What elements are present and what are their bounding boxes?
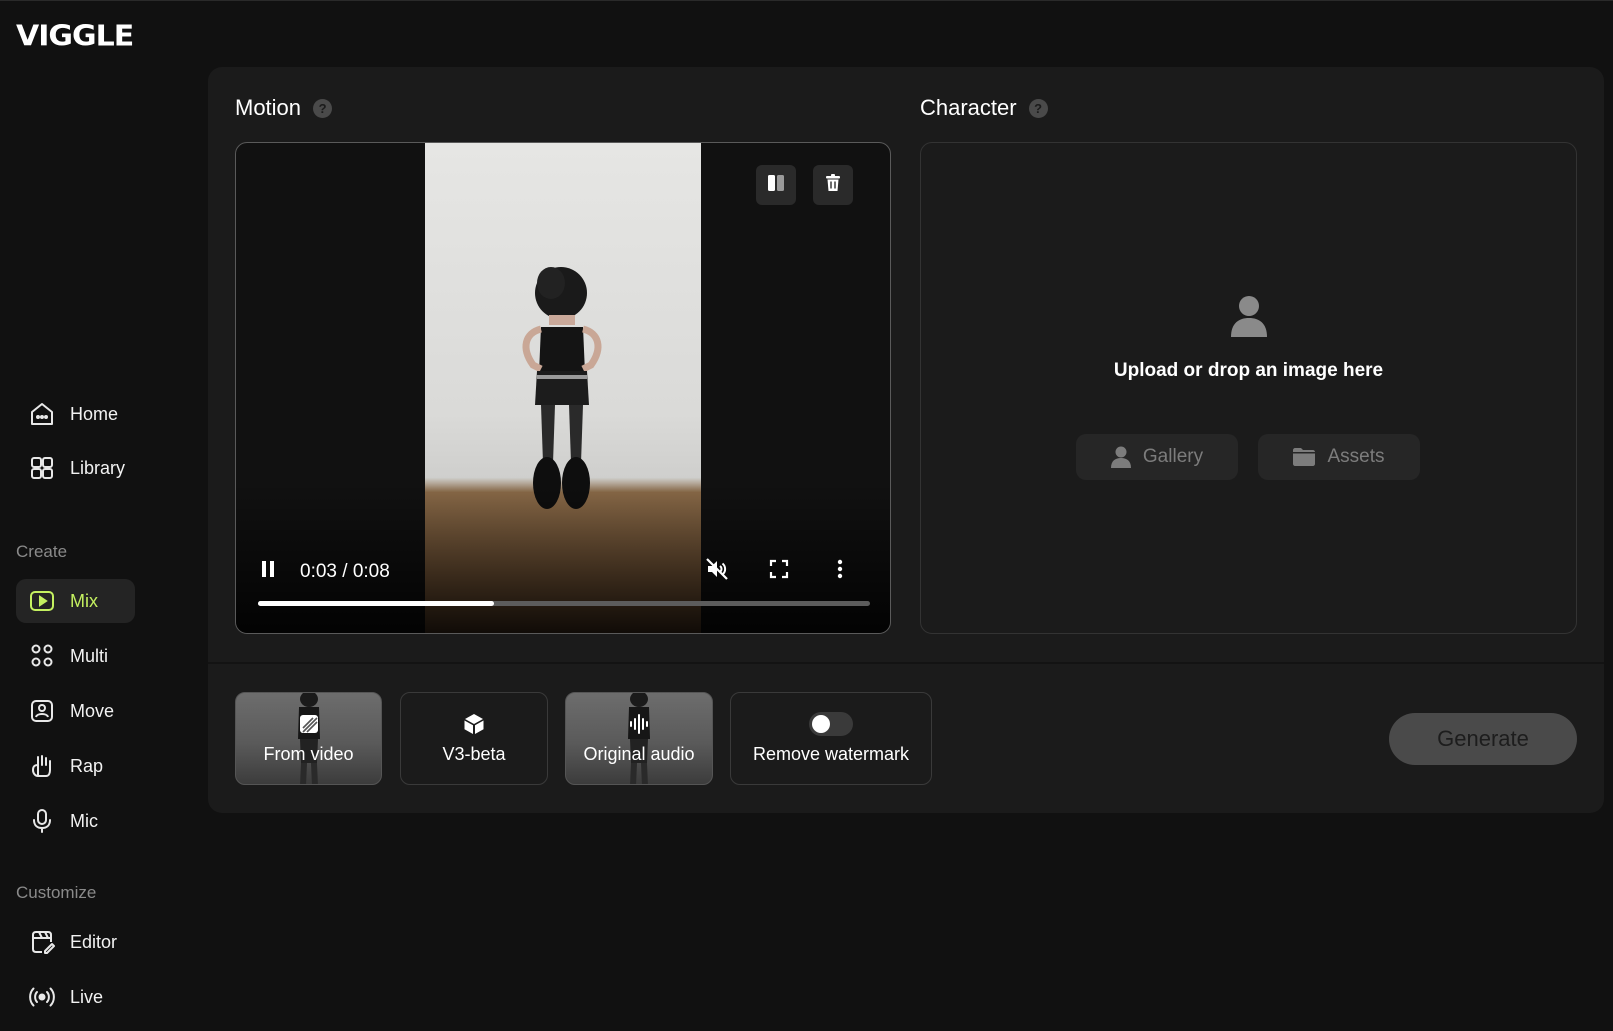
from-video-option[interactable]: From video — [235, 692, 382, 785]
from-video-thumbnail — [297, 693, 320, 784]
sidebar-item-live[interactable]: Live — [16, 975, 135, 1019]
mic-icon — [28, 807, 56, 835]
trash-icon — [823, 173, 843, 198]
sidebar-item-label: Live — [70, 986, 104, 1007]
sidebar-item-label: Multi — [70, 645, 109, 666]
video-progress-bar[interactable] — [258, 601, 870, 606]
remove-watermark-option[interactable]: Remove watermark — [730, 692, 932, 785]
rap-icon — [28, 752, 56, 780]
home-icon — [28, 400, 56, 428]
user-icon — [1110, 446, 1131, 468]
sidebar-item-label: Mic — [70, 810, 98, 831]
sidebar-item-label: Home — [70, 403, 119, 424]
generate-button[interactable]: Generate — [1389, 713, 1577, 765]
hatched-video-icon — [299, 712, 319, 736]
split-view-icon — [766, 173, 786, 198]
remove-watermark-label: Remove watermark — [752, 744, 910, 764]
sidebar-item-label: Mix — [70, 590, 98, 611]
assets-button[interactable]: Assets — [1258, 434, 1420, 480]
viggle-logo[interactable]: VIGGLE — [16, 20, 134, 53]
video-progress-fill — [258, 601, 494, 606]
fullscreen-icon — [769, 559, 789, 584]
panel-divider — [208, 662, 1604, 664]
motion-title: Motion ? — [235, 95, 333, 121]
sidebar-item-rap[interactable]: Rap — [16, 744, 135, 788]
pause-icon — [260, 560, 276, 583]
original-audio-label: Original audio — [583, 744, 695, 764]
multi-icon — [28, 642, 56, 670]
original-audio-thumbnail — [628, 693, 650, 784]
sidebar-item-label: Rap — [70, 755, 104, 776]
pause-button[interactable] — [256, 557, 280, 585]
folder-icon — [1293, 448, 1316, 466]
character-title: Character ? — [920, 95, 1048, 121]
move-icon — [28, 697, 56, 725]
delete-video-button[interactable] — [813, 165, 853, 205]
gallery-label: Gallery — [1142, 446, 1204, 467]
live-icon — [28, 983, 56, 1011]
sidebar-item-label: Move — [70, 700, 115, 721]
upload-prompt-text: Upload or drop an image here — [1113, 360, 1384, 381]
library-icon — [28, 454, 56, 482]
gallery-button[interactable]: Gallery — [1076, 434, 1238, 480]
fullscreen-button[interactable] — [764, 556, 794, 586]
more-vertical-icon — [837, 559, 843, 584]
character-title-text: Character — [920, 95, 1017, 120]
sidebar-item-mix[interactable]: Mix — [16, 579, 135, 623]
watermark-toggle[interactable] — [809, 712, 853, 736]
create-section-label: Create — [16, 542, 68, 561]
mix-icon — [28, 587, 56, 615]
original-audio-option[interactable]: Original audio — [565, 692, 713, 785]
sidebar-item-editor[interactable]: Editor — [16, 920, 135, 964]
sidebar-item-library[interactable]: Library — [16, 446, 135, 490]
model-version-option[interactable]: V3-beta — [400, 692, 548, 785]
motion-video-player[interactable]: 0:03 / 0:08 — [235, 142, 891, 634]
cube-icon — [463, 712, 485, 736]
assets-label: Assets — [1327, 446, 1385, 467]
character-upload-dropzone[interactable]: Upload or drop an image here Gallery Ass… — [920, 142, 1577, 634]
mute-button[interactable] — [702, 556, 732, 586]
app-root: VIGGLE Home Library Create Mix Multi Mov… — [0, 0, 1613, 1031]
sidebar-item-move[interactable]: Move — [16, 689, 135, 733]
editor-icon — [28, 928, 56, 956]
sidebar-item-label: Editor — [70, 931, 118, 952]
motion-title-text: Motion — [235, 95, 302, 120]
split-view-button[interactable] — [756, 165, 796, 205]
user-placeholder-icon — [921, 295, 1576, 339]
motion-help-icon[interactable]: ? — [313, 98, 333, 118]
more-options-button[interactable] — [828, 556, 852, 586]
customize-section-label: Customize — [16, 883, 97, 902]
toggle-track — [809, 712, 853, 736]
sidebar-item-multi[interactable]: Multi — [16, 634, 135, 678]
toggle-knob — [812, 715, 830, 733]
audio-waveform-icon — [628, 712, 650, 736]
from-video-label: From video — [263, 744, 354, 764]
character-help-icon[interactable]: ? — [1028, 98, 1048, 118]
sidebar-item-label: Library — [70, 457, 126, 478]
sidebar-item-home[interactable]: Home — [16, 392, 135, 436]
model-version-label: V3-beta — [442, 744, 506, 764]
volume-muted-icon — [705, 557, 729, 586]
sidebar-item-mic[interactable]: Mic — [16, 799, 135, 843]
video-time-display: 0:03 / 0:08 — [300, 561, 390, 582]
